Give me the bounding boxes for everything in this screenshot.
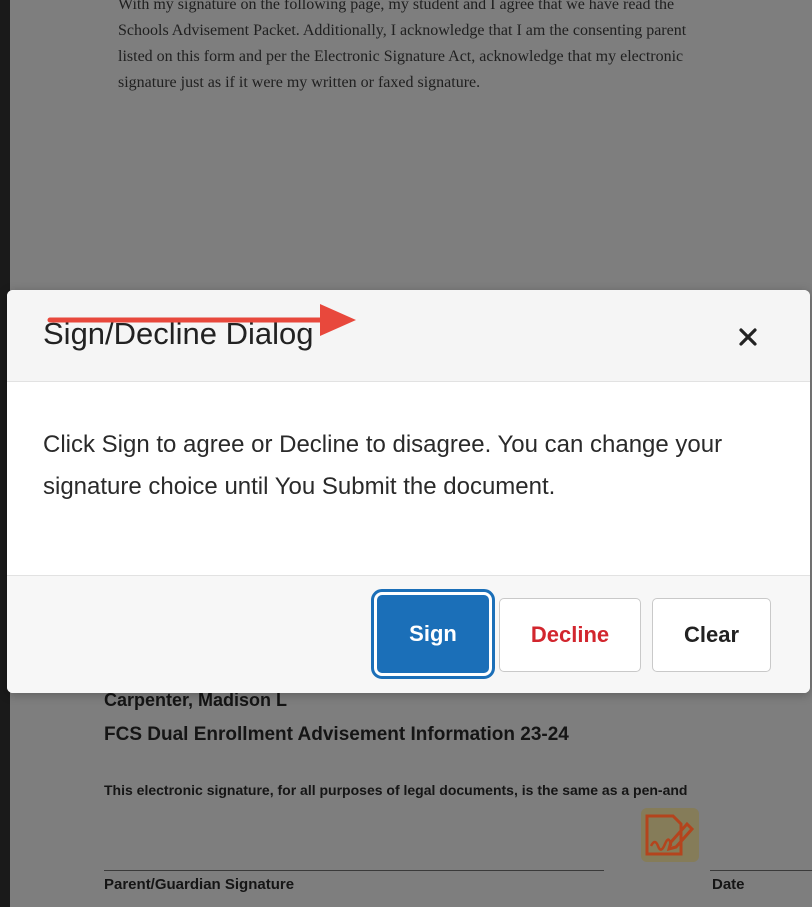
paragraph-line: Schools Advisement Packet. Additionally,… [118, 22, 687, 39]
decline-button[interactable]: Decline [499, 598, 641, 672]
red-arrow-right-icon [47, 304, 356, 336]
signature-pen-icon[interactable] [641, 808, 699, 862]
clear-button[interactable]: Clear [652, 598, 771, 672]
agreement-paragraph: With my signature on the following page,… [118, 0, 812, 96]
sign-decline-dialog: Sign/Decline Dialog Click Sign to agree … [7, 290, 810, 693]
dialog-message: Click Sign to agree or Decline to disagr… [43, 431, 723, 500]
paragraph-line: listed on this form and per the Electron… [118, 48, 684, 65]
dialog-footer: Sign Decline Clear [7, 575, 810, 693]
signature-line [104, 870, 604, 871]
close-icon[interactable] [731, 320, 765, 354]
date-line [710, 870, 812, 871]
date-label: Date [712, 876, 745, 893]
paragraph-line: With my signature on the following page,… [118, 0, 675, 13]
signature-label: Parent/Guardian Signature [104, 876, 295, 893]
form-title: FCS Dual Enrollment Advisement Informati… [104, 724, 569, 745]
legal-notice: This electronic signature, for all purpo… [104, 782, 688, 798]
student-name: Carpenter, Madison L [104, 690, 288, 710]
paragraph-line: signature just as if it were my written … [118, 74, 481, 91]
sign-button[interactable]: Sign [371, 589, 495, 679]
